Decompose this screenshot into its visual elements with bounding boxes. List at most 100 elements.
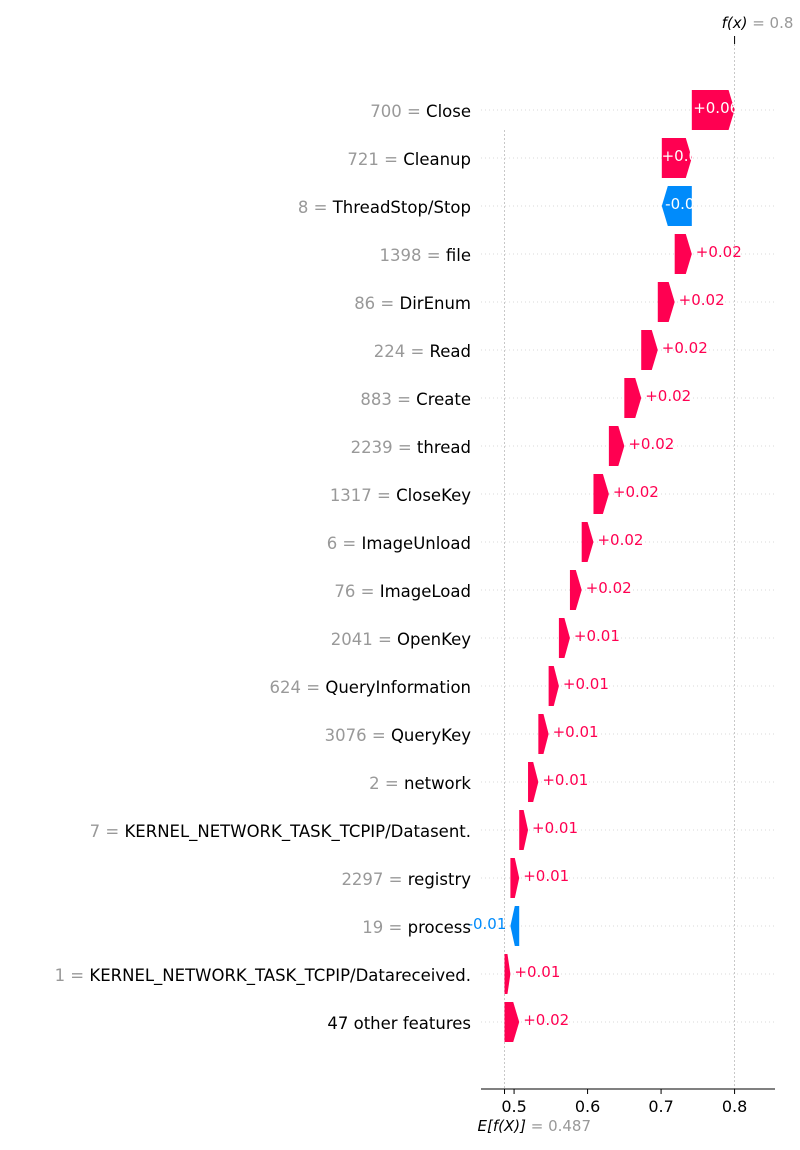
feature-value: 721 = bbox=[347, 150, 403, 169]
feature-name: OpenKey bbox=[397, 630, 471, 649]
contribution-label: -0.01 bbox=[468, 915, 507, 933]
contribution-label: +0.02 bbox=[662, 339, 708, 357]
feature-name: QueryInformation bbox=[325, 678, 471, 697]
x-tick-label: 0.8 bbox=[722, 1097, 747, 1116]
feature-label: 76 = ImageLoad bbox=[334, 582, 471, 601]
feature-value: 2 = bbox=[369, 774, 404, 793]
feature-label: 1398 = file bbox=[380, 246, 471, 265]
output-value-label-number: = 0.8 bbox=[747, 14, 793, 32]
feature-label: 47 other features bbox=[327, 1014, 471, 1033]
contribution-label: +0.01 bbox=[523, 867, 569, 885]
feature-label: 721 = Cleanup bbox=[347, 150, 471, 169]
feature-label: 2041 = OpenKey bbox=[331, 630, 472, 649]
positive-contribution-bar bbox=[657, 282, 675, 322]
feature-value: 624 = bbox=[270, 678, 326, 697]
top-axis: f(x) = 0.8 bbox=[722, 14, 794, 44]
contribution-label: +0.01 bbox=[574, 627, 620, 645]
feature-name: DirEnum bbox=[400, 294, 472, 313]
feature-label: 1 = KERNEL_NETWORK_TASK_TCPIP/Datareceiv… bbox=[55, 966, 471, 986]
feature-label: 883 = Create bbox=[360, 390, 471, 409]
contribution-label: +0.01 bbox=[542, 771, 588, 789]
feature-label: 8 = ThreadStop/Stop bbox=[298, 198, 471, 217]
feature-label: 2239 = thread bbox=[351, 438, 471, 457]
contribution-label: +0.02 bbox=[628, 435, 674, 453]
contribution-label: +0.01 bbox=[553, 723, 599, 741]
feature-name: ImageUnload bbox=[362, 534, 471, 553]
positive-contribution-bar bbox=[569, 570, 582, 610]
feature-label: 624 = QueryInformation bbox=[270, 678, 471, 697]
x-tick-label: 0.6 bbox=[575, 1097, 600, 1116]
positive-contribution-bar bbox=[528, 762, 539, 802]
feature-name: KERNEL_NETWORK_TASK_TCPIP/Datasent. bbox=[124, 822, 471, 842]
contribution-label: +0.0 bbox=[662, 147, 698, 165]
feature-value: 883 = bbox=[360, 390, 416, 409]
feature-value: 6 = bbox=[327, 534, 362, 553]
feature-name: Create bbox=[416, 390, 471, 409]
feature-value: 7 = bbox=[90, 822, 125, 841]
contribution-label: +0.02 bbox=[679, 291, 725, 309]
positive-contribution-bar bbox=[538, 714, 549, 754]
feature-name: ThreadStop/Stop bbox=[332, 198, 471, 217]
feature-name: Cleanup bbox=[403, 150, 471, 169]
feature-labels: 700 = Close 721 = Cleanup 8 = ThreadStop/S… bbox=[55, 102, 472, 1033]
x-axis: 0.5 0.6 0.7 0.8 E[f(X)] = 0.487 bbox=[478, 1088, 775, 1135]
feature-value: 2297 = bbox=[341, 870, 407, 889]
contribution-label: +0.01 bbox=[532, 819, 578, 837]
feature-label: 1317 = CloseKey bbox=[330, 486, 471, 505]
contribution-label: +0.06 bbox=[693, 99, 739, 117]
feature-value: 19 = bbox=[362, 918, 407, 937]
feature-name: Close bbox=[426, 102, 471, 121]
feature-label: 6 = ImageUnload bbox=[327, 534, 471, 553]
feature-label: 2 = network bbox=[369, 774, 471, 793]
x-tick-label: 0.5 bbox=[501, 1097, 526, 1116]
contribution-label: +0.02 bbox=[645, 387, 691, 405]
feature-value: 2239 = bbox=[351, 438, 417, 457]
contribution-label: +0.02 bbox=[523, 1011, 569, 1029]
positive-contribution-bar bbox=[593, 474, 609, 514]
feature-label: 7 = KERNEL_NETWORK_TASK_TCPIP/Datasent. bbox=[90, 822, 471, 842]
contribution-label: +0.01 bbox=[563, 675, 609, 693]
output-value-label: f(x) = 0.8 bbox=[722, 14, 794, 32]
positive-contribution-bar bbox=[674, 234, 692, 274]
positive-contribution-bar bbox=[504, 954, 511, 994]
feature-name: Read bbox=[430, 342, 471, 361]
positive-contribution-bar bbox=[510, 858, 520, 898]
feature-label: 224 = Read bbox=[374, 342, 471, 361]
feature-name: file bbox=[446, 246, 471, 265]
feature-value: 1398 = bbox=[380, 246, 446, 265]
contribution-label: +0.01 bbox=[514, 963, 560, 981]
contribution-label: +0.02 bbox=[586, 579, 632, 597]
contribution-label: +0.02 bbox=[696, 243, 742, 261]
shap-waterfall-chart: +0.06 +0.0 -0.0 +0.02 +0.02 +0.02 +0.02 +0.02 +0… bbox=[55, 14, 794, 1135]
negative-contribution-bar bbox=[510, 906, 520, 946]
feature-label: 3076 = QueryKey bbox=[325, 726, 472, 745]
positive-contribution-bar bbox=[558, 618, 570, 658]
contribution-bars: +0.06 +0.0 -0.0 +0.02 +0.02 +0.02 +0.02 +0.02 +0… bbox=[468, 90, 742, 1042]
feature-value: 76 = bbox=[334, 582, 379, 601]
feature-value: 3076 = bbox=[325, 726, 391, 745]
feature-label: 700 = Close bbox=[370, 102, 471, 121]
positive-contribution-bar bbox=[581, 522, 594, 562]
feature-value: 224 = bbox=[374, 342, 430, 361]
positive-contribution-bar bbox=[608, 426, 625, 466]
base-value-label-main: E[f(X)] bbox=[478, 1117, 527, 1135]
feature-name: thread bbox=[417, 438, 471, 457]
feature-label: 2297 = registry bbox=[341, 870, 471, 889]
contribution-label: +0.02 bbox=[613, 483, 659, 501]
feature-name: network bbox=[404, 774, 471, 793]
feature-value: 8 = bbox=[298, 198, 333, 217]
base-value-label-number: = 0.487 bbox=[526, 1117, 591, 1135]
x-tick-label: 0.7 bbox=[648, 1097, 673, 1116]
feature-name: process bbox=[408, 918, 471, 937]
contribution-label: -0.0 bbox=[665, 195, 694, 213]
feature-label: 86 = DirEnum bbox=[354, 294, 471, 313]
positive-contribution-bar bbox=[624, 378, 642, 418]
feature-value: 700 = bbox=[370, 102, 426, 121]
feature-value: 2041 = bbox=[331, 630, 397, 649]
feature-value: 1317 = bbox=[330, 486, 396, 505]
feature-name: QueryKey bbox=[391, 726, 471, 745]
contribution-label: +0.02 bbox=[597, 531, 643, 549]
feature-value: 1 = bbox=[55, 966, 90, 985]
feature-name: CloseKey bbox=[396, 486, 471, 505]
feature-name: KERNEL_NETWORK_TASK_TCPIP/Datareceived. bbox=[89, 966, 471, 986]
